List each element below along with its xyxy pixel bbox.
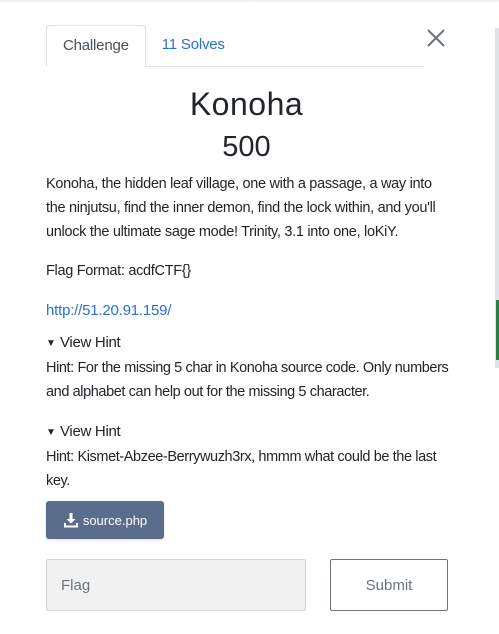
hint-1-summary-label: View Hint bbox=[60, 334, 121, 351]
download-label: source.php bbox=[82, 512, 148, 528]
challenge-value: 500 bbox=[222, 131, 271, 163]
challenge-url-link[interactable]: http://51.20.91.159/ bbox=[46, 299, 171, 323]
challenge-name: Konoha bbox=[189, 86, 304, 122]
tab-solves[interactable]: 11 Solves bbox=[146, 25, 241, 65]
hint-1-text: Hint: For the missing 5 char in Konoha s… bbox=[46, 360, 449, 400]
tab-bar: Challenge 11 Solves bbox=[46, 25, 424, 67]
submit-button[interactable]: Submit bbox=[330, 559, 448, 611]
flag-input[interactable] bbox=[46, 559, 306, 611]
hint-2: ▼ View Hint Hint: Kismet-Abzee-Berrywuzh3… bbox=[46, 420, 450, 493]
hint-2-toggle[interactable]: ▼ View Hint bbox=[46, 420, 450, 445]
tab-challenge[interactable]: Challenge bbox=[46, 25, 146, 67]
download-source-button[interactable]: source.php bbox=[46, 501, 164, 539]
hint-1-toggle[interactable]: ▼ View Hint bbox=[46, 331, 450, 356]
challenge-modal: Challenge 11 Solves Konoha 500 Konoha, t… bbox=[0, 0, 499, 634]
top-shadow bbox=[0, 0, 499, 3]
hint-1: ▼ View Hint Hint: For the missing 5 char … bbox=[46, 331, 450, 404]
triangle-down-icon: ▼ bbox=[46, 427, 56, 438]
download-icon bbox=[63, 513, 78, 528]
hint-2-text: Hint: Kismet-Abzee-Berrywuzh3rx, hmmm wh… bbox=[46, 449, 437, 489]
challenge-description: Konoha, the hidden leaf village, one wit… bbox=[46, 176, 436, 240]
close-icon[interactable] bbox=[424, 26, 448, 50]
triangle-down-icon: ▼ bbox=[46, 338, 56, 349]
flag-format: Flag Format: acdfCTF{} bbox=[46, 263, 191, 279]
hint-2-summary-label: View Hint bbox=[60, 423, 121, 440]
